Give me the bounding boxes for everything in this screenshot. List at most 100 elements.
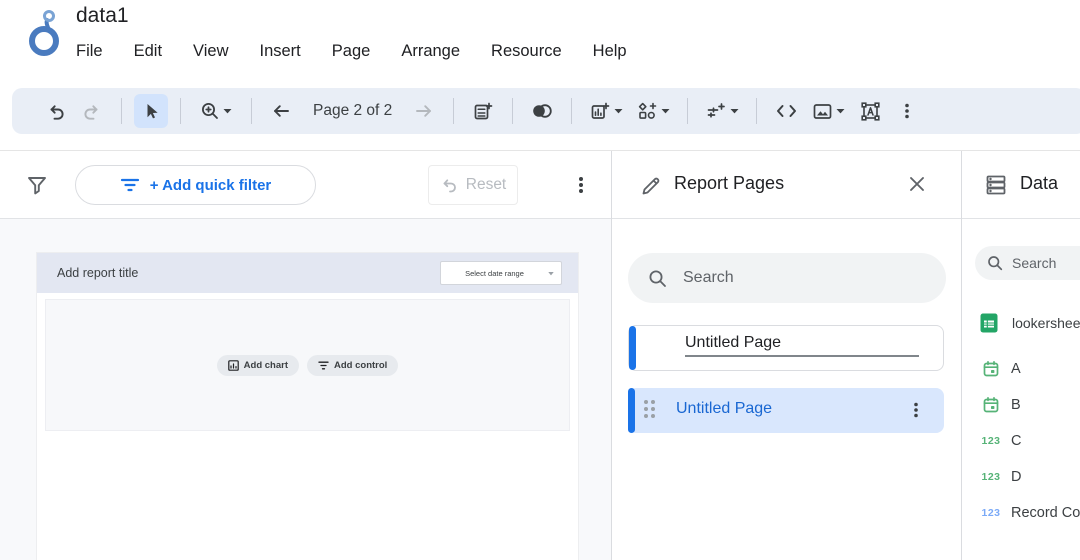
field-row[interactable]: A	[962, 351, 1080, 387]
menu-help[interactable]: Help	[593, 42, 627, 61]
zoom-tool-button[interactable]	[193, 94, 239, 128]
next-page-button[interactable]	[407, 94, 441, 128]
toolbar-divider	[251, 98, 252, 124]
report-title-placeholder[interactable]: Add report title	[57, 266, 138, 280]
calendar-icon	[976, 396, 1006, 414]
field-name: D	[1011, 469, 1021, 485]
reset-undo-icon	[440, 177, 458, 193]
toolbar: Page 2 of 2	[12, 88, 1080, 134]
report-pages-panel: Report Pages Untitled Page	[612, 151, 962, 560]
number-123-icon: 123	[976, 435, 1006, 447]
filter-funnel-icon[interactable]	[26, 174, 48, 196]
pages-search-box[interactable]	[628, 253, 946, 303]
page-more-icon[interactable]	[908, 395, 938, 425]
previous-page-button[interactable]	[264, 94, 298, 128]
data-source-row[interactable]: lookersheets	[962, 303, 1080, 343]
reset-label: Reset	[466, 176, 507, 194]
add-quick-filter-button[interactable]: + Add quick filter	[75, 165, 316, 205]
calendar-icon	[976, 360, 1006, 378]
menu-edit[interactable]: Edit	[134, 42, 162, 61]
main-area: + Add quick filter Reset Add report titl…	[0, 150, 1080, 560]
data-panel: Data lookersheets A	[962, 151, 1080, 560]
add-image-button[interactable]	[806, 94, 850, 128]
chart-placeholder-area: Add chart Add control	[45, 299, 570, 431]
menu-file[interactable]: File	[76, 42, 103, 61]
field-name: A	[1011, 361, 1021, 377]
add-chart-button[interactable]	[584, 94, 628, 128]
number-123-icon: 123	[976, 507, 1006, 519]
field-name: B	[1011, 397, 1021, 413]
add-control-shortcut-button[interactable]: Add control	[307, 355, 398, 376]
redo-button[interactable]	[75, 94, 109, 128]
field-row[interactable]: 123 C	[962, 423, 1080, 459]
blend-data-button[interactable]	[525, 94, 559, 128]
data-panel-header: Data	[962, 151, 1080, 219]
field-row[interactable]: 123 Record Count	[962, 495, 1080, 531]
reset-button[interactable]: Reset	[428, 165, 518, 205]
menu-arrange[interactable]: Arrange	[401, 42, 460, 61]
field-row[interactable]: B	[962, 387, 1080, 423]
add-text-button[interactable]	[853, 94, 887, 128]
control-icon	[318, 360, 329, 371]
toolbar-divider	[756, 98, 757, 124]
filter-list-icon	[120, 177, 140, 193]
embed-url-button[interactable]	[769, 94, 803, 128]
chevron-down-icon	[548, 271, 554, 276]
date-range-control[interactable]: Select date range	[440, 261, 562, 285]
field-name: Record Count	[1011, 505, 1080, 521]
report-pages-title: Report Pages	[674, 173, 784, 194]
menu-page[interactable]: Page	[332, 42, 371, 61]
pages-search-input[interactable]	[683, 269, 903, 287]
add-quick-filter-label: + Add quick filter	[150, 177, 272, 194]
app-header: data1 File Edit View Insert Page Arrange…	[0, 0, 1080, 88]
page-active-bar	[628, 388, 635, 433]
more-tools-button[interactable]	[890, 94, 924, 128]
drag-handle-icon[interactable]	[644, 400, 655, 418]
add-chart-shortcut-button[interactable]: Add chart	[217, 355, 299, 376]
add-control-label: Add control	[334, 360, 387, 371]
looker-studio-logo-icon[interactable]	[22, 6, 68, 60]
field-list: A B 123 C 123 D 123 Rec	[962, 351, 1080, 531]
number-123-icon: 123	[976, 471, 1006, 483]
add-page-button[interactable]	[466, 94, 500, 128]
data-search-input[interactable]	[1012, 255, 1080, 271]
close-icon[interactable]	[907, 174, 927, 194]
toolbar-divider	[180, 98, 181, 124]
toolbar-divider	[687, 98, 688, 124]
field-row[interactable]: 123 D	[962, 459, 1080, 495]
page-name-input[interactable]	[685, 334, 919, 357]
page-indicator: Page 2 of 2	[313, 102, 392, 120]
add-chart-label: Add chart	[244, 360, 288, 371]
google-sheets-icon	[979, 313, 999, 333]
filter-bar-more-icon[interactable]	[566, 165, 596, 205]
page-list-item-editing[interactable]	[628, 325, 944, 371]
menu-resource[interactable]: Resource	[491, 42, 562, 61]
filter-bar: + Add quick filter Reset	[0, 151, 611, 219]
community-visualizations-button[interactable]	[631, 94, 675, 128]
select-tool-button[interactable]	[134, 94, 168, 128]
search-icon	[987, 255, 1003, 271]
data-panel-title: Data	[1020, 173, 1058, 194]
report-pages-header: Report Pages	[612, 151, 961, 219]
toolbar-divider	[571, 98, 572, 124]
add-control-button[interactable]	[700, 94, 744, 128]
menu-bar: File Edit View Insert Page Arrange Resou…	[76, 42, 627, 61]
data-search-box[interactable]	[975, 246, 1080, 280]
chart-icon	[228, 360, 239, 371]
field-name: C	[1011, 433, 1021, 449]
looker-studio-app: data1 File Edit View Insert Page Arrange…	[0, 0, 1080, 560]
report-page-sheet[interactable]: Add report title Select date range Add c…	[37, 253, 578, 560]
report-canvas: Add report title Select date range Add c…	[0, 219, 611, 560]
menu-insert[interactable]: Insert	[260, 42, 301, 61]
toolbar-divider	[121, 98, 122, 124]
date-range-label: Select date range	[441, 269, 548, 278]
undo-button[interactable]	[38, 94, 72, 128]
data-source-name: lookersheets	[1012, 315, 1080, 331]
menu-view[interactable]: View	[193, 42, 228, 61]
report-title[interactable]: data1	[76, 4, 129, 28]
pencil-icon	[640, 175, 662, 197]
report-header-strip: Add report title Select date range	[37, 253, 578, 293]
page-list-item-selected[interactable]: Untitled Page	[628, 388, 944, 433]
page-active-bar	[629, 326, 636, 370]
canvas-column: + Add quick filter Reset Add report titl…	[0, 151, 612, 560]
